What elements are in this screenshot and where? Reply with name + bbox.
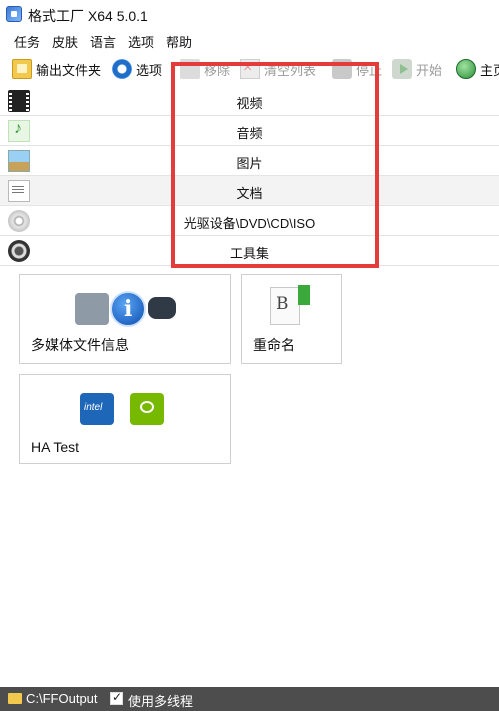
category-document-label: 文档 (236, 186, 263, 201)
nvidia-logo-icon (130, 393, 164, 425)
category-image-label: 图片 (236, 156, 263, 171)
stop-button[interactable]: 停止 (332, 58, 382, 80)
clear-list-button[interactable]: 清空列表 (240, 58, 316, 80)
globe-icon (456, 59, 476, 79)
menu-bar: 任务 皮肤 语言 选项 帮助 (0, 30, 499, 52)
multithread-checkbox[interactable] (110, 690, 123, 705)
start-icon (392, 59, 412, 79)
category-audio-label: 音频 (236, 126, 263, 141)
arrow-down-icon (298, 285, 310, 305)
menu-options[interactable]: 选项 (128, 32, 154, 51)
output-folder-label: 输出文件夹 (36, 62, 102, 78)
category-audio[interactable]: 音频 (0, 116, 499, 146)
binoculars-icon (148, 297, 176, 319)
category-tools-label: 工具集 (229, 246, 269, 261)
start-button[interactable]: 开始 (392, 58, 442, 80)
category-image[interactable]: 图片 (0, 146, 499, 176)
stop-icon (332, 59, 352, 79)
info-icon (110, 291, 146, 327)
media-info-tile[interactable]: 多媒体文件信息 (19, 274, 231, 364)
media-info-label: 多媒体文件信息 (31, 337, 129, 353)
clear-list-label: 清空列表 (264, 62, 317, 78)
output-folder-button[interactable]: 输出文件夹 (12, 58, 101, 80)
menu-help[interactable]: 帮助 (166, 32, 192, 51)
category-disc-label: 光驱设备\DVD\CD\ISO (183, 216, 316, 231)
ha-test-label: HA Test (31, 439, 79, 455)
category-disc[interactable]: 光驱设备\DVD\CD\ISO (0, 206, 499, 236)
folder-icon (12, 59, 32, 79)
output-path[interactable]: C:\FFOutput (26, 691, 98, 706)
options-label: 选项 (136, 62, 163, 78)
options-icon (112, 59, 132, 79)
rename-tile[interactable]: 重命名 (241, 274, 342, 364)
app-icon (6, 6, 22, 22)
multithread-label[interactable]: 使用多线程 (128, 691, 193, 710)
stop-label: 停止 (356, 62, 383, 78)
category-tools[interactable]: 工具集 (0, 236, 499, 266)
rename-label: 重命名 (253, 337, 295, 353)
film-strip-icon (75, 293, 109, 325)
rename-icon (270, 287, 300, 325)
window-title: 格式工厂 X64 5.0.1 (28, 8, 148, 24)
options-button[interactable]: 选项 (112, 58, 162, 80)
category-video-label: 视频 (236, 96, 263, 111)
intel-logo-icon (80, 393, 114, 425)
toolbar: 输出文件夹 选项 移除 清空列表 停止 开始 主页 (0, 55, 499, 83)
category-document[interactable]: 文档 (0, 176, 499, 206)
remove-icon (180, 59, 200, 79)
home-button[interactable]: 主页 (456, 58, 499, 80)
clear-list-icon (240, 59, 260, 79)
menu-language[interactable]: 语言 (90, 32, 116, 51)
menu-skin[interactable]: 皮肤 (52, 32, 78, 51)
remove-label: 移除 (204, 62, 231, 78)
remove-button[interactable]: 移除 (180, 58, 230, 80)
folder-icon[interactable] (8, 693, 22, 704)
menu-task[interactable]: 任务 (14, 32, 40, 51)
status-bar: C:\FFOutput 使用多线程 (0, 687, 499, 711)
home-label: 主页 (480, 62, 499, 78)
category-video[interactable]: 视频 (0, 86, 499, 116)
title-bar: 格式工厂 X64 5.0.1 (0, 0, 499, 28)
start-label: 开始 (416, 62, 443, 78)
ha-test-tile[interactable]: HA Test (19, 374, 231, 464)
